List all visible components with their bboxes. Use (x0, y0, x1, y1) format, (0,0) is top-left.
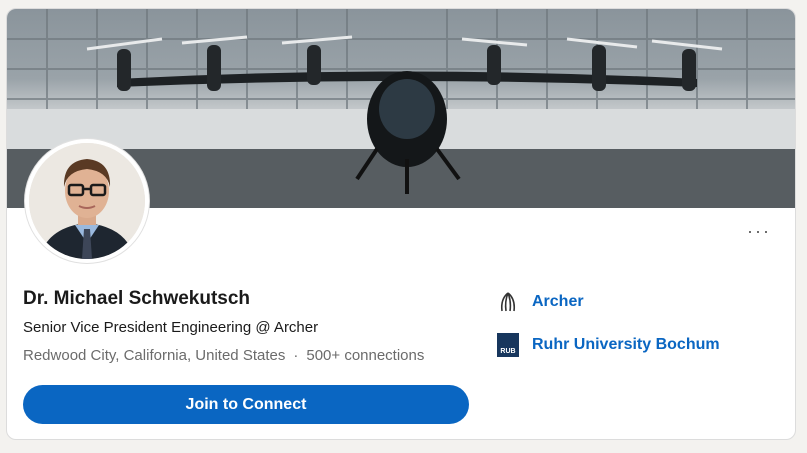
education-link[interactable]: RUB Ruhr University Bochum (496, 333, 720, 357)
education-label: Ruhr University Bochum (532, 336, 720, 353)
rub-logo-icon: RUB (496, 333, 520, 357)
profile-headline: Senior Vice President Engineering @ Arch… (23, 319, 319, 336)
person-portrait-icon (29, 143, 145, 259)
more-options-button[interactable]: ··· (745, 219, 773, 243)
profile-meta: Redwood City, California, United States ·… (23, 347, 424, 364)
profile-card: ··· Dr. Michael Schwekutsch Senior Vice … (6, 8, 796, 440)
archer-logo-icon (496, 290, 520, 314)
meta-separator: · (293, 347, 299, 364)
current-company-label: Archer (532, 293, 584, 310)
avatar-photo (29, 143, 145, 259)
profile-location: Redwood City, California, United States (23, 347, 286, 364)
profile-avatar[interactable] (25, 139, 149, 263)
profile-name: Dr. Michael Schwekutsch (23, 288, 251, 309)
profile-connections: 500+ connections (306, 347, 425, 364)
join-to-connect-button[interactable]: Join to Connect (23, 385, 469, 424)
current-company-link[interactable]: Archer (496, 290, 584, 314)
